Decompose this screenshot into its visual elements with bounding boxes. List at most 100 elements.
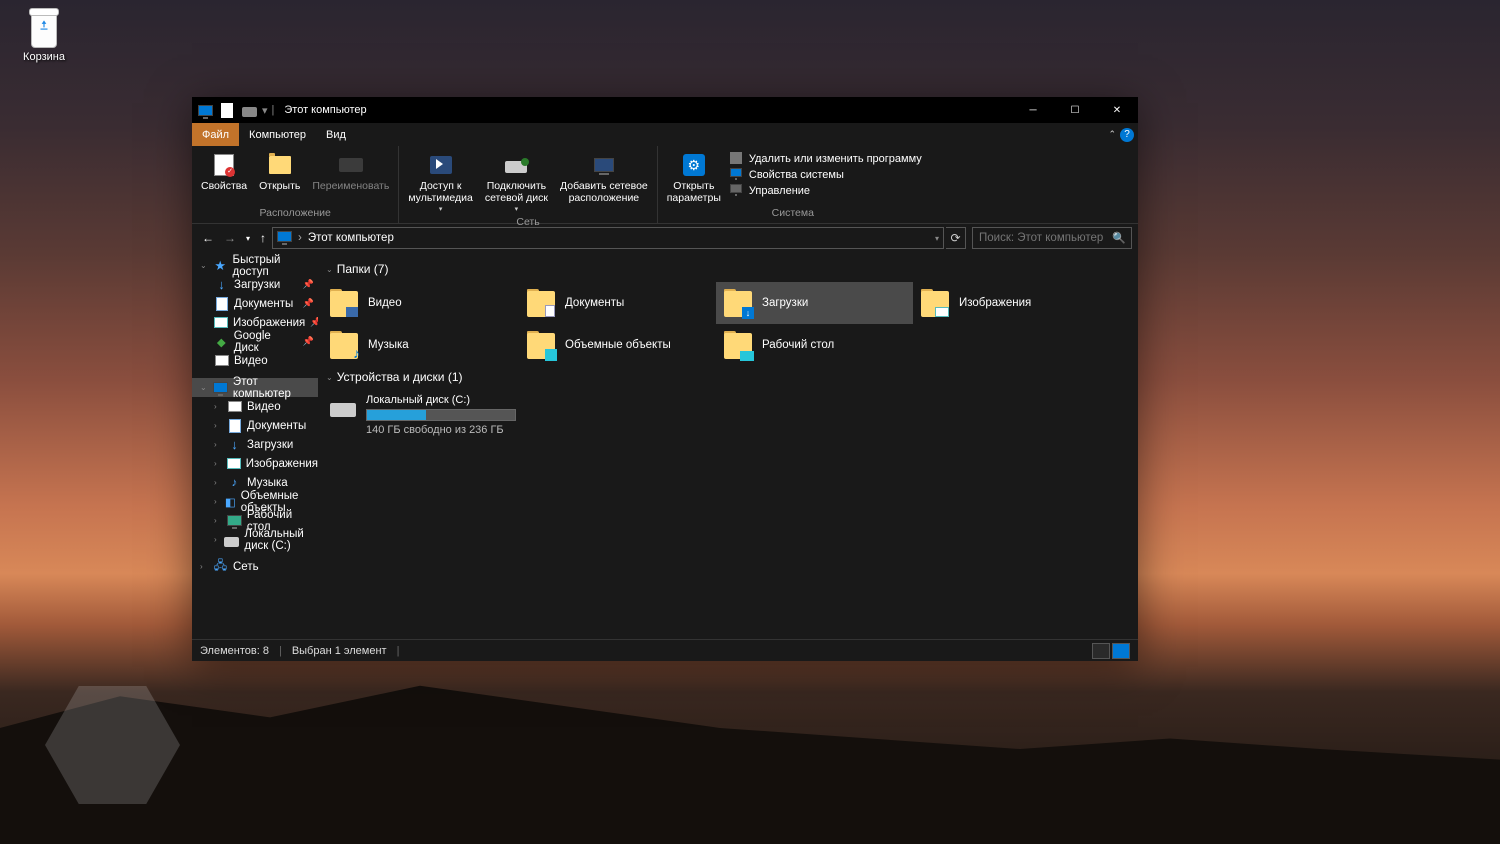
media-access-button[interactable]: Доступ к мультимедиа▾: [405, 150, 475, 216]
open-settings-button[interactable]: ⚙ Открыть параметры: [664, 150, 724, 206]
folder-downloads[interactable]: ↓Загрузки: [716, 282, 913, 324]
folders-section-header[interactable]: ⌄Папки (7): [322, 258, 1134, 282]
collapse-ribbon-icon[interactable]: ⌃: [1108, 129, 1116, 140]
ribbon-tabs: Файл Компьютер Вид ⌃ ?: [192, 123, 1138, 146]
maximize-button[interactable]: ☐: [1054, 97, 1096, 123]
close-button[interactable]: ✕: [1096, 97, 1138, 123]
sidebar-documents-pc[interactable]: ›Документы: [192, 416, 318, 435]
sidebar-quick-access[interactable]: ⌄★Быстрый доступ: [192, 256, 318, 275]
sidebar-documents[interactable]: Документы📌: [192, 294, 318, 313]
system-props-icon: [730, 168, 744, 182]
settings-gear-icon: ⚙: [681, 152, 707, 178]
tab-file[interactable]: Файл: [192, 123, 239, 146]
open-button[interactable]: Открыть: [256, 150, 303, 194]
pin-icon: 📌: [303, 336, 314, 347]
media-icon: [428, 152, 454, 178]
drives-section-header[interactable]: ⌄Устройства и диски (1): [322, 366, 1134, 390]
status-bar: Элементов: 8 | Выбран 1 элемент |: [192, 639, 1138, 661]
nav-back-button[interactable]: ←: [198, 229, 218, 247]
pin-icon: 📌: [303, 279, 314, 290]
titlebar[interactable]: ▾ | Этот компьютер ─ ☐ ✕: [192, 97, 1138, 123]
drive-c[interactable]: Локальный диск (C:) 140 ГБ свободно из 2…: [322, 390, 519, 440]
sidebar-this-pc[interactable]: ⌄Этот компьютер: [192, 378, 318, 397]
folder-music[interactable]: ♪Музыка: [322, 324, 519, 366]
folder-icon: [921, 289, 949, 317]
open-folder-icon: [267, 152, 293, 178]
refresh-button[interactable]: ⟳: [946, 227, 966, 249]
navbar: ← → ▾ ↑ › Этот компьютер ▾ ⟳ 🔍: [192, 224, 1138, 252]
add-network-button[interactable]: Добавить сетевое расположение: [557, 150, 651, 206]
address-bar[interactable]: › Этот компьютер ▾: [272, 227, 944, 249]
explorer-window: ▾ | Этот компьютер ─ ☐ ✕ Файл Компьютер …: [192, 97, 1138, 661]
help-icon[interactable]: ?: [1120, 128, 1134, 142]
folder-pictures[interactable]: Изображения: [913, 282, 1110, 324]
sidebar-videos[interactable]: ›Видео: [192, 397, 318, 416]
folder-3d-objects[interactable]: Объемные объекты: [519, 324, 716, 366]
sidebar-local-disk[interactable]: ›Локальный диск (C:): [192, 530, 318, 549]
minimize-button[interactable]: ─: [1012, 97, 1054, 123]
status-count: Элементов: 8: [200, 645, 269, 657]
breadcrumb-sep: ›: [298, 232, 302, 244]
system-properties-button[interactable]: Свойства системы: [730, 168, 922, 182]
folder-desktop[interactable]: Рабочий стол: [716, 324, 913, 366]
ribbon: ✓ Свойства Открыть Переименовать Располо…: [192, 146, 1138, 224]
address-location[interactable]: Этот компьютер: [308, 232, 394, 244]
recycle-bin[interactable]: Корзина: [14, 8, 74, 63]
folder-icon: ♪: [330, 331, 358, 359]
search-icon[interactable]: 🔍: [1112, 232, 1126, 245]
properties-button[interactable]: ✓ Свойства: [198, 150, 250, 194]
sidebar-pictures-pc[interactable]: ›Изображения: [192, 454, 318, 473]
document-icon: [227, 418, 242, 433]
drive-icon[interactable]: [240, 101, 258, 119]
sidebar-downloads[interactable]: ↓Загрузки📌: [192, 275, 318, 294]
folder-icon: [527, 331, 555, 359]
nav-up-button[interactable]: ↑: [256, 229, 270, 247]
pc-icon: [213, 380, 228, 395]
disk-icon: [224, 532, 239, 547]
sidebar-network[interactable]: ›🖧Сеть: [192, 557, 318, 576]
recycle-bin-icon: [27, 8, 61, 48]
cube-icon: ◧: [225, 494, 236, 509]
star-icon: ★: [213, 258, 228, 273]
nav-history-button[interactable]: ▾: [242, 232, 254, 245]
view-details-button[interactable]: [1092, 643, 1110, 659]
uninstall-icon: [730, 152, 744, 166]
music-icon: ♪: [227, 475, 242, 490]
map-drive-button[interactable]: Подключить сетевой диск▾: [482, 150, 551, 216]
sidebar-google-drive[interactable]: ◆Google Диск📌: [192, 332, 318, 351]
folder-videos[interactable]: Видео: [322, 282, 519, 324]
rename-icon: [338, 152, 364, 178]
group-system-label: Система: [772, 207, 814, 221]
disk-icon: [330, 394, 356, 422]
gdrive-icon: ◆: [214, 334, 229, 349]
folder-documents[interactable]: Документы: [519, 282, 716, 324]
file-icon[interactable]: [218, 101, 236, 119]
uninstall-program-button[interactable]: Удалить или изменить программу: [730, 152, 922, 166]
address-dropdown-icon[interactable]: ▾: [935, 234, 939, 243]
sidebar-videos-qa[interactable]: Видео: [192, 351, 318, 370]
desktop-icon: [227, 513, 242, 528]
rename-button: Переименовать: [309, 150, 392, 194]
sidebar-downloads-pc[interactable]: ›↓Загрузки: [192, 435, 318, 454]
recycle-bin-label: Корзина: [23, 51, 65, 63]
pin-icon: 📌: [303, 298, 314, 309]
status-selection: Выбран 1 элемент: [292, 645, 387, 657]
view-tiles-button[interactable]: [1112, 643, 1130, 659]
folder-icon: [527, 289, 555, 317]
nav-forward-button[interactable]: →: [220, 229, 240, 247]
document-icon: [214, 296, 229, 311]
pin-icon: 📌: [310, 317, 318, 328]
manage-button[interactable]: Управление: [730, 184, 922, 198]
search-input[interactable]: [972, 227, 1132, 249]
tab-computer[interactable]: Компьютер: [239, 123, 316, 146]
download-icon: ↓: [227, 437, 242, 452]
add-network-icon: [591, 152, 617, 178]
sidebar: ⌄★Быстрый доступ ↓Загрузки📌 Документы📌 И…: [192, 252, 318, 639]
drive-usage-bar: [366, 409, 516, 421]
picture-icon: [214, 315, 228, 330]
drive-name: Локальный диск (C:): [366, 394, 516, 406]
tab-view[interactable]: Вид: [316, 123, 356, 146]
address-pc-icon: [277, 231, 292, 246]
group-location-label: Расположение: [259, 207, 330, 221]
video-icon: [214, 353, 229, 368]
